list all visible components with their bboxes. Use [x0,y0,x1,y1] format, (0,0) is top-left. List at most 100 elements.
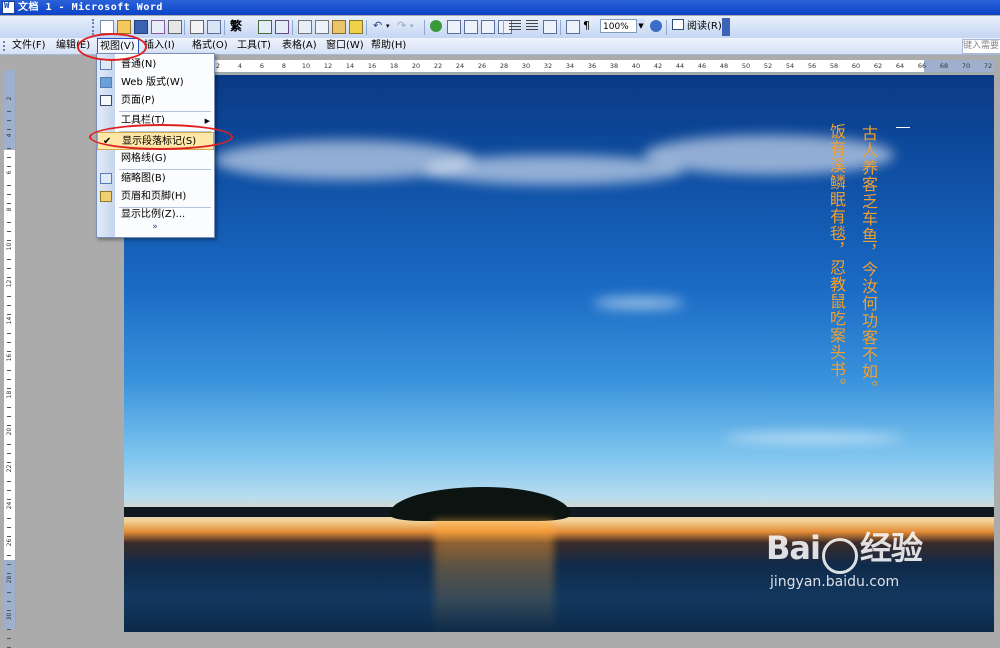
expand-menu-icon[interactable]: » [148,221,162,233]
document-page[interactable]: 古人养客乏车鱼，今汝何功客不如。 饭有溪鳞眠有毯，忍教鼠吃案头书。 Bai 经验 … [124,75,994,632]
ruler-tick-label: 54 [785,62,795,70]
view-normal-label: 普通(N) [121,59,157,70]
drawing-icon[interactable] [509,20,521,32]
toolbar-options-icon[interactable] [722,18,730,36]
view-gridlines-label: 网格线(G) [121,153,167,164]
help-icon[interactable] [650,20,662,32]
view-toolbars-item[interactable]: 工具栏(T) ▶ [97,112,214,130]
menu-format[interactable]: 格式(O) [192,38,228,54]
menubar-grip[interactable] [3,41,5,51]
tables-borders-icon[interactable] [447,20,461,34]
poem-line-2[interactable]: 饭有溪鳞眠有毯，忍教鼠吃案头书。 [826,123,846,395]
ruler-tick-mark [7,638,11,639]
view-web-layout-label: Web 版式(W) [121,77,184,88]
zoom-dropdown-icon[interactable]: ▼ [636,19,645,33]
view-thumbnails-item[interactable]: 缩略图(B) [97,170,214,188]
ruler-tick-mark [7,370,11,371]
reading-layout-button[interactable]: 阅读(R) [670,19,724,33]
view-web-layout-item[interactable]: Web 版式(W) [97,74,214,92]
ruler-tick-label: 30 [6,612,13,621]
format-painter-icon[interactable] [349,20,363,34]
open-folder-icon[interactable] [117,20,131,34]
menu-view[interactable]: 视图(V) [97,38,139,54]
new-document-icon[interactable] [100,20,114,34]
ruler-tick-mark [7,166,11,167]
cut-icon[interactable] [298,20,312,34]
thumbnails-icon[interactable] [543,20,557,34]
ruler-tick-mark [7,268,11,269]
ruler-tick-mark [7,564,11,565]
ruler-tick-mark [7,499,11,500]
menu-file[interactable]: 文件(F) [12,38,46,54]
view-page-layout-item[interactable]: 页面(P) [97,92,214,110]
baidu-watermark: Bai 经验 jingyan.baidu.com [766,523,923,590]
copy-icon[interactable] [315,20,329,34]
insert-excel-icon[interactable] [481,20,495,34]
undo-icon[interactable]: ↶ [373,20,385,32]
ask-question-box[interactable]: 键入需要 [962,39,1000,54]
standard-toolbar: 繁 ↶ ▾ ↷ ▾ ¶ 100% ▼ 阅读(R) [0,16,1000,39]
view-thumbnails-label: 缩略图(B) [121,173,166,184]
ruler-tick-label: 24 [455,62,465,70]
paragraph-mark-icon[interactable]: ¶ [583,20,595,32]
ruler-tick-mark [7,296,11,297]
ruler-tick-label: 16 [6,353,13,362]
ruler-tick-label: 16 [367,62,377,70]
ruler-tick-mark [7,305,11,306]
view-header-footer-item[interactable]: 页眉和页脚(H) [97,188,214,206]
ruler-tick-label: 4 [6,133,13,138]
menu-table[interactable]: 表格(A) [282,38,317,54]
view-normal-item[interactable]: 普通(N) [97,56,214,74]
ruler-tick-mark [7,536,11,537]
reading-layout-label: 阅读(R) [687,21,722,32]
ruler-tick-label: 68 [939,62,949,70]
spelling-icon[interactable] [258,20,272,34]
research-icon[interactable] [207,20,221,34]
ruler-tick-mark [7,240,11,241]
view-zoom-label: 显示比例(Z)... [121,209,186,220]
horizontal-ruler[interactable]: 2 4 6 8 10 12 14 16 18 20 22 24 26 28 30 32 34 36 38 40 42 44… [124,60,994,73]
poem-line-1[interactable]: 古人养客乏车鱼，今汝何功客不如。 [858,125,878,397]
print-icon[interactable] [168,20,182,34]
menu-help[interactable]: 帮助(H) [371,38,406,54]
ruler-tick-mark [7,342,11,343]
view-show-paragraph-marks-item[interactable]: ✔ 显示段落标记(S) [97,132,214,150]
zoom-value: 100% [603,22,629,32]
insert-table-icon[interactable] [464,20,478,34]
menu-edit[interactable]: 编辑(E) [56,38,90,54]
print-preview-icon[interactable] [190,20,204,34]
ruler-tick-label: 62 [873,62,883,70]
menu-insert[interactable]: 插入(I) [144,38,175,54]
ruler-tick-label: 50 [741,62,751,70]
document-map-icon[interactable] [526,20,538,32]
redo-icon[interactable]: ↷ [397,20,409,32]
ruler-tick-label: 60 [851,62,861,70]
menu-window[interactable]: 窗口(W) [326,38,364,54]
hyperlink-icon[interactable] [430,20,442,32]
ruler-tick-label: 36 [587,62,597,70]
toolbar-grip[interactable] [92,19,97,35]
toolbar-separator [224,20,225,35]
ruler-tick-mark [7,518,11,519]
baidu-logo-suffix: 经验 [859,529,923,567]
permission-icon[interactable] [151,20,165,34]
paste-icon[interactable] [332,20,346,34]
view-zoom-item[interactable]: 显示比例(Z)... [97,208,214,222]
sun-reflection [434,520,554,632]
ruler-tick-label: 48 [719,62,729,70]
menu-tools[interactable]: 工具(T) [237,38,271,54]
cloud [424,155,684,185]
view-show-paragraph-marks-label: 显示段落标记(S) [122,136,197,147]
island-silhouette [390,487,570,521]
ruler-tick-label: 70 [961,62,971,70]
ruler-tick-label: 40 [631,62,641,70]
ruler-tick-label: 26 [6,538,13,547]
show-hide-icon[interactable] [566,20,580,34]
traditional-chinese-icon[interactable]: 繁 [230,20,248,32]
redo-dropdown-icon[interactable]: ▾ [410,20,422,32]
vertical-ruler[interactable]: 2 4 6 8 10 12 14 16 18 20 22 24 26 28 30 [4,70,16,648]
ruler-tick-mark [7,259,11,260]
thesaurus-icon[interactable] [275,20,289,34]
view-gridlines-item[interactable]: 网格线(G) [97,150,214,168]
save-icon[interactable] [134,20,148,34]
